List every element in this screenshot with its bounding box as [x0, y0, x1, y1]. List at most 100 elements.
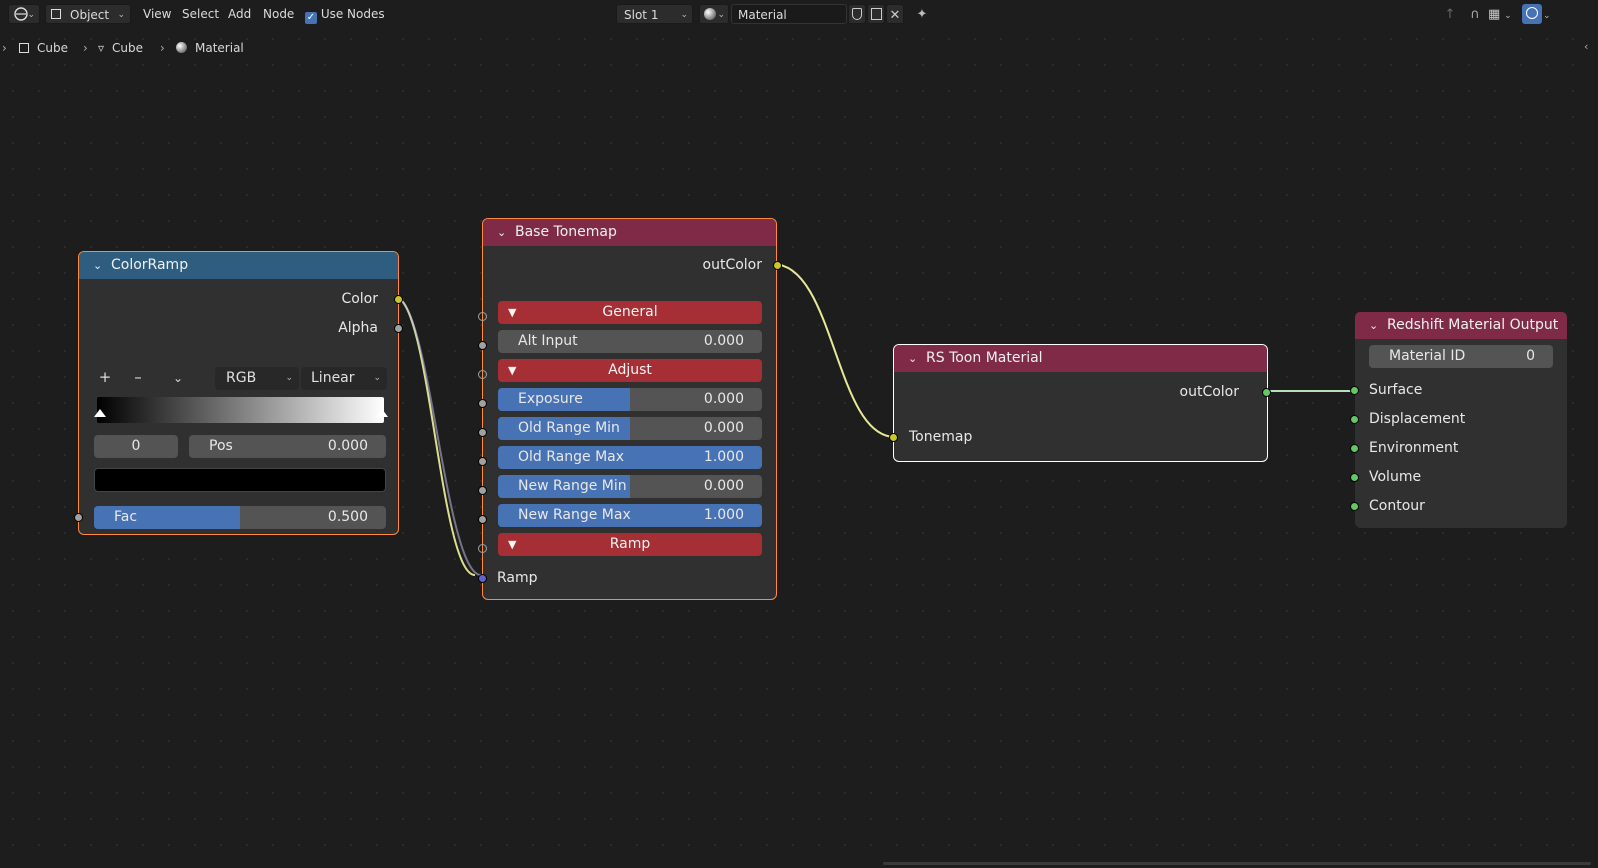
link-color-to-tonemap[interactable] [394, 296, 476, 576]
ramp-stop-white[interactable] [376, 409, 388, 417]
old-range-min-label: Old Range Min [518, 420, 620, 436]
ramp-menu-button[interactable]: ⌄ [167, 366, 189, 388]
new-range-min-field[interactable]: New Range Min 0.000 [498, 475, 762, 498]
toon-node-header[interactable]: ⌄ RS Toon Material [894, 345, 1267, 372]
color-mode-dropdown[interactable]: RGB ⌄ [215, 367, 299, 390]
output-node-header[interactable]: ⌄ Redshift Material Output [1355, 312, 1567, 339]
collapse-chevron-icon[interactable]: ⌄ [93, 252, 111, 279]
colorramp-node-header[interactable]: ⌄ ColorRamp [79, 252, 398, 279]
input-tonemap-socket[interactable] [889, 433, 898, 442]
alt-input-value: 0.000 [703, 333, 744, 349]
stop-position-label: Pos [209, 438, 233, 454]
remove-stop-button[interactable]: – [127, 366, 149, 388]
colorramp-node[interactable]: ⌄ ColorRamp Color Alpha + – ⌄ RGB ⌄ Linea… [74, 251, 403, 535]
add-stop-button[interactable]: + [94, 366, 116, 388]
fac-label: Fac [114, 509, 138, 525]
exposure-label: Exposure [518, 391, 583, 407]
input-volume-label: Volume [1369, 469, 1422, 485]
panel-adjust[interactable]: ▼ Adjust [498, 359, 762, 382]
material-id-label: Material ID [1389, 348, 1466, 364]
output-alpha-label: Alpha [338, 320, 378, 336]
color-ramp-gradient[interactable] [97, 397, 384, 423]
input-volume-socket[interactable] [1350, 473, 1359, 482]
new-range-max-field[interactable]: New Range Max 1.000 [498, 504, 762, 527]
input-surface-socket[interactable] [1350, 386, 1359, 395]
input-contour-label: Contour [1369, 498, 1425, 514]
panel-general-label: General [602, 304, 658, 320]
output-color-label: Color [341, 291, 378, 307]
stop-index-value: 0 [131, 438, 141, 454]
horizontal-scrollbar[interactable] [883, 862, 1591, 865]
exposure-field[interactable]: Exposure 0.000 [498, 388, 762, 411]
input-new-range-max-socket[interactable] [478, 515, 487, 524]
stop-position-field[interactable]: Pos 0.000 [189, 435, 386, 458]
input-old-range-max-socket[interactable] [478, 457, 487, 466]
output-outcolor-socket[interactable] [1262, 388, 1271, 397]
redshift-material-output-node[interactable]: ⌄ Redshift Material Output Material ID 0 … [1350, 312, 1567, 528]
old-range-max-field[interactable]: Old Range Max 1.000 [498, 446, 762, 469]
tonemap-node-header[interactable]: ⌄ Base Tonemap [483, 219, 776, 246]
input-environment-label: Environment [1369, 440, 1459, 456]
triangle-down-icon: ▼ [508, 364, 517, 377]
interpolation-value: Linear [311, 370, 355, 386]
output-outcolor-label: outColor [702, 257, 762, 273]
output-color-socket[interactable] [394, 295, 403, 304]
base-tonemap-node[interactable]: ⌄ Base Tonemap outColor ▼ General Alt Inp… [478, 218, 782, 600]
output-title: Redshift Material Output [1387, 317, 1559, 333]
link-alpha-to-ramp[interactable] [394, 296, 482, 576]
input-fac-socket[interactable] [74, 513, 83, 522]
old-range-max-value: 1.000 [703, 449, 744, 465]
ramp-stop-black[interactable] [94, 409, 106, 417]
stop-color-swatch[interactable] [94, 468, 386, 492]
triangle-down-icon: ▼ [508, 306, 517, 319]
old-range-min-field[interactable]: Old Range Min 0.000 [498, 417, 762, 440]
panel-ramp[interactable]: ▼ Ramp [498, 533, 762, 556]
panel-adjust-label: Adjust [608, 362, 652, 378]
collapse-chevron-icon[interactable]: ⌄ [908, 345, 926, 372]
material-id-field[interactable]: Material ID 0 [1369, 345, 1553, 368]
alt-input-field[interactable]: Alt Input 0.000 [498, 330, 762, 353]
chevron-down-icon: ⌄ [172, 371, 184, 385]
colorramp-title: ColorRamp [111, 257, 189, 273]
chevron-down-icon: ⌄ [373, 373, 381, 383]
input-old-range-min-socket[interactable] [478, 428, 487, 437]
old-range-max-label: Old Range Max [518, 449, 625, 465]
interpolation-dropdown[interactable]: Linear ⌄ [301, 367, 387, 390]
toon-title: RS Toon Material [926, 350, 1043, 366]
output-alpha-socket[interactable] [394, 324, 403, 333]
input-exposure-socket[interactable] [478, 399, 487, 408]
collapse-chevron-icon[interactable]: ⌄ [1369, 312, 1387, 339]
chevron-down-icon: ⌄ [285, 373, 293, 383]
new-range-min-value: 0.000 [703, 478, 744, 494]
panel-general-socket[interactable] [478, 312, 487, 321]
new-range-min-label: New Range Min [518, 478, 627, 494]
panel-adjust-socket[interactable] [478, 370, 487, 379]
input-displacement-socket[interactable] [1350, 415, 1359, 424]
new-range-max-value: 1.000 [703, 507, 744, 523]
panel-general[interactable]: ▼ General [498, 301, 762, 324]
material-id-value: 0 [1526, 348, 1535, 364]
input-contour-socket[interactable] [1350, 502, 1359, 511]
input-surface-label: Surface [1369, 382, 1423, 398]
input-environment-socket[interactable] [1350, 444, 1359, 453]
old-range-min-value: 0.000 [703, 420, 744, 436]
input-alt-input-socket[interactable] [478, 341, 487, 350]
link-tonemap-to-toon[interactable] [772, 263, 896, 438]
panel-ramp-socket[interactable] [478, 544, 487, 553]
output-outcolor-socket[interactable] [773, 261, 782, 270]
input-ramp-socket[interactable] [478, 574, 487, 583]
exposure-value: 0.000 [703, 391, 744, 407]
input-ramp-label: Ramp [497, 570, 538, 586]
output-outcolor-label: outColor [1179, 384, 1239, 400]
alt-input-label: Alt Input [518, 333, 578, 349]
new-range-max-label: New Range Max [518, 507, 631, 523]
rs-toon-material-node[interactable]: ⌄ RS Toon Material outColor Tonemap [889, 344, 1271, 462]
input-tonemap-label: Tonemap [909, 429, 973, 445]
tonemap-title: Base Tonemap [515, 224, 617, 240]
panel-ramp-label: Ramp [609, 536, 651, 552]
triangle-down-icon: ▼ [508, 538, 517, 551]
stop-index-field[interactable]: 0 [94, 435, 178, 458]
fac-field[interactable]: Fac 0.500 [94, 506, 386, 529]
input-new-range-min-socket[interactable] [478, 486, 487, 495]
collapse-chevron-icon[interactable]: ⌄ [497, 219, 515, 246]
